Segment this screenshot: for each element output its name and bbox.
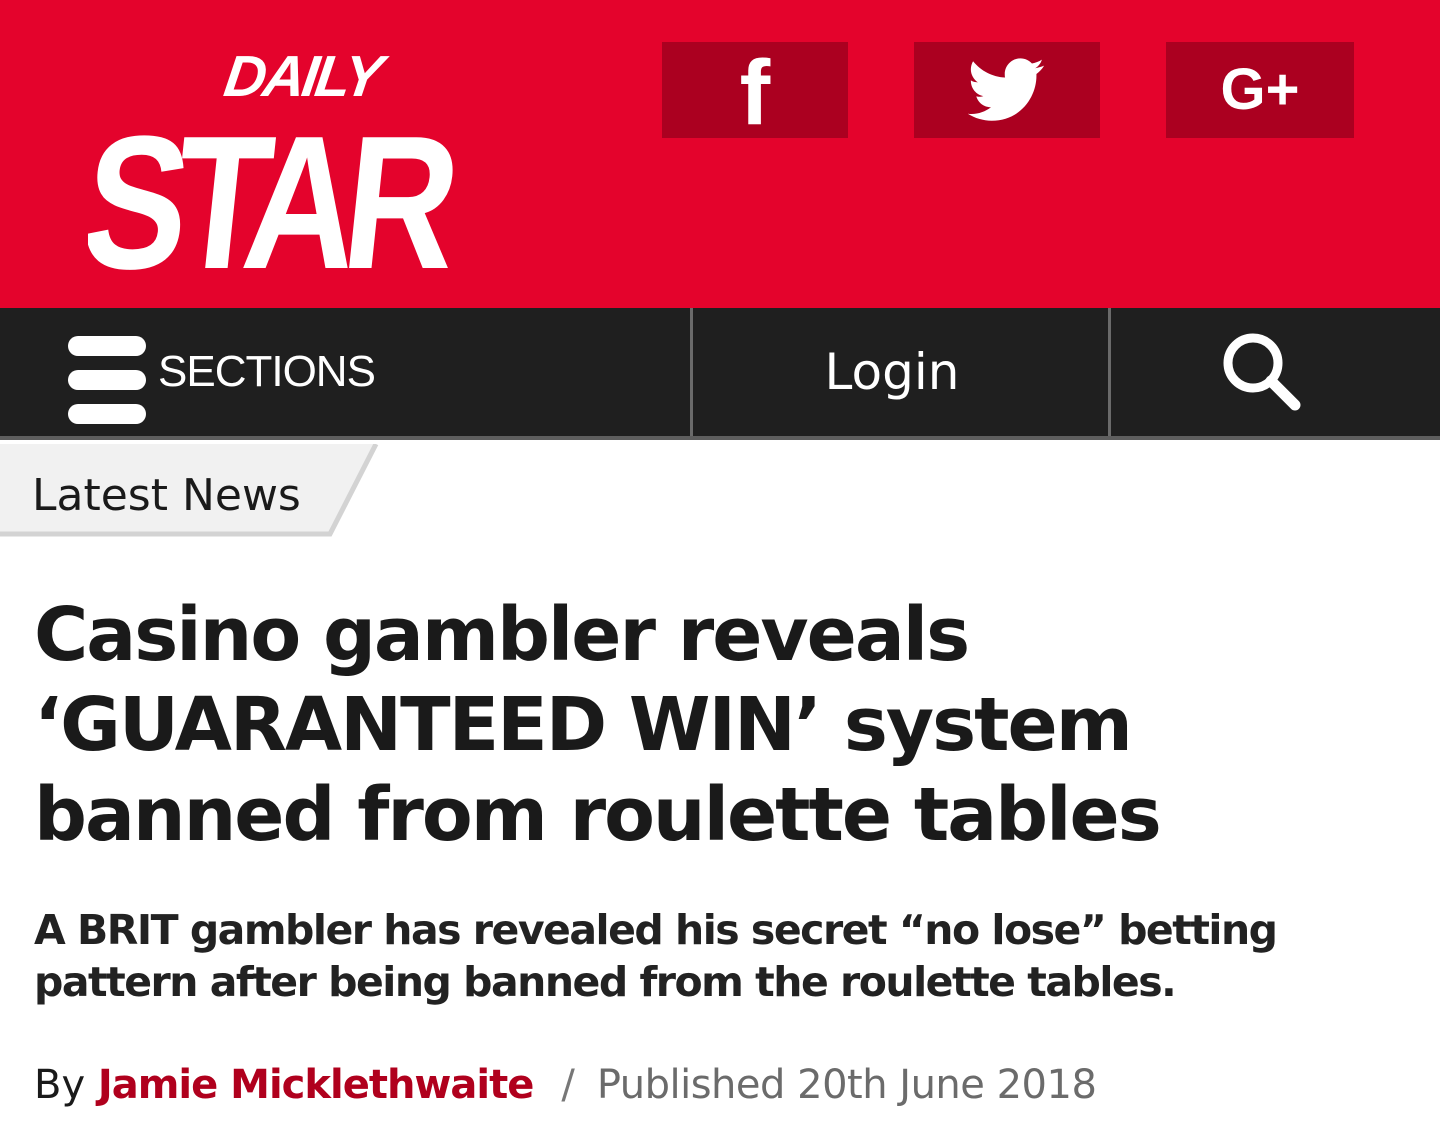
author-link[interactable]: Jamie Micklethwaite bbox=[98, 1062, 534, 1108]
google-plus-share-button[interactable]: G+ bbox=[1166, 42, 1354, 138]
byline-separator: / bbox=[561, 1062, 575, 1108]
facebook-share-button[interactable]: f bbox=[662, 42, 848, 144]
logo-star-text: STAR bbox=[88, 97, 466, 280]
twitter-share-button[interactable] bbox=[914, 42, 1100, 138]
article-byline: By Jamie Micklethwaite / Published 20th Ju… bbox=[34, 1060, 1097, 1110]
breadcrumb-latest-news[interactable]: Latest News bbox=[32, 474, 301, 518]
daily-star-logo[interactable]: DAILY STAR bbox=[88, 40, 468, 280]
main-nav-bar: SECTIONS Login bbox=[0, 308, 1440, 440]
twitter-bird-icon bbox=[968, 58, 1045, 121]
byline-prefix: By bbox=[34, 1062, 86, 1108]
sections-label: SECTIONS bbox=[158, 347, 376, 396]
article-headline: Casino gambler reveals ‘GUARANTEED WIN’ … bbox=[34, 592, 1162, 858]
login-label: Login bbox=[824, 343, 960, 401]
published-date: Published 20th June 2018 bbox=[596, 1062, 1097, 1108]
login-button[interactable]: Login bbox=[690, 308, 1111, 436]
facebook-icon: f bbox=[739, 42, 771, 144]
search-icon bbox=[1223, 333, 1301, 411]
sections-menu-button[interactable]: SECTIONS bbox=[0, 308, 690, 436]
search-button[interactable] bbox=[1108, 308, 1440, 436]
site-header: DAILY STAR f G+ bbox=[0, 0, 1440, 308]
google-plus-icon: G+ bbox=[1220, 57, 1300, 122]
article-standfirst: A BRIT gambler has revealed his secret “… bbox=[34, 906, 1278, 1006]
hamburger-menu-icon bbox=[68, 336, 146, 424]
